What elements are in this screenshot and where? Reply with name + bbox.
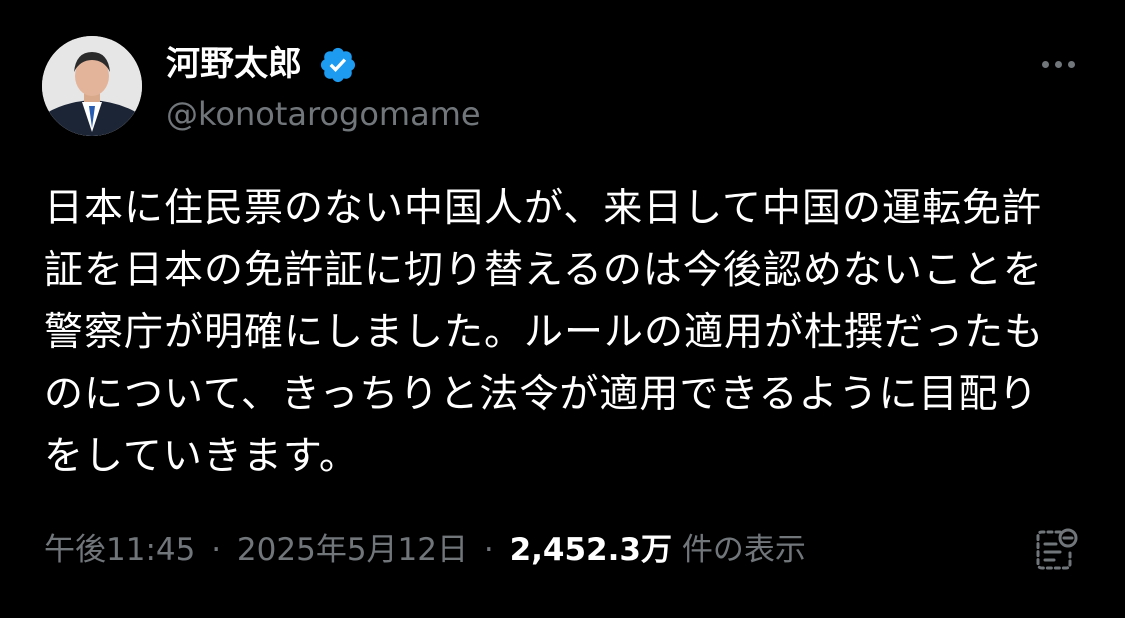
post-text-line: 日本に住民票のない中国人が、来日して中国の運転免許 [44, 186, 1043, 231]
post-text-line: のについて、きっちりと法令が適用できるように目配り [44, 372, 1039, 417]
avatar[interactable] [42, 36, 142, 136]
more-dot [1067, 60, 1075, 68]
meta-separator: · [483, 532, 494, 568]
post-date[interactable]: 2025年5月12日 [237, 532, 468, 568]
more-horizontal-icon [1041, 60, 1049, 68]
post-text-line: 警察庁が明確にしました。ルールの適用が杜撰だったも [44, 310, 1045, 355]
avatar-image [42, 36, 142, 136]
verified-badge-icon[interactable] [318, 45, 358, 85]
views-count[interactable]: 2,452.3万 [510, 532, 672, 568]
more-options-button[interactable] [1030, 44, 1086, 84]
meta-separator: · [211, 532, 222, 568]
post-text-line: をしていきます。 [44, 434, 359, 479]
display-name[interactable]: 河野太郎 [166, 42, 302, 86]
post-text: 日本に住民票のない中国人が、来日して中国の運転免許 証を日本の免許証に切り替える… [44, 178, 1084, 488]
user-handle[interactable]: @konotarogomame [166, 94, 481, 134]
post-time[interactable]: 午後11:45 [44, 532, 195, 568]
views-label: 件の表示 [681, 532, 806, 568]
post-text-line: 証を日本の免許証に切り替えるのは今後認めないことを [44, 248, 1043, 293]
post-analytics-icon[interactable] [1030, 524, 1082, 576]
post-meta: 午後11:45 · 2025年5月12日 · 2,452.3万 件の表示 [44, 528, 806, 572]
more-dot [1054, 60, 1062, 68]
